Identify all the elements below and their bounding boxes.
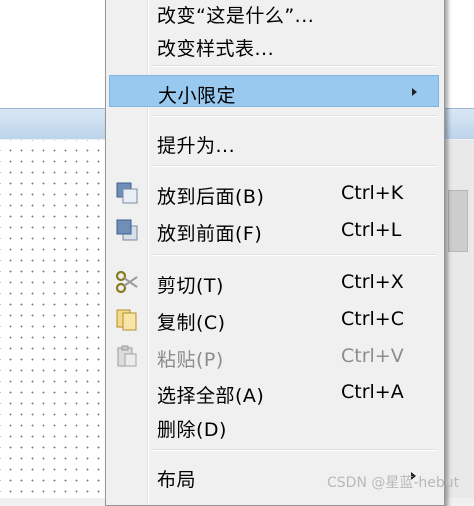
menu-item-label: 剪切(T) [157,275,224,297]
cut-scissors-icon [115,270,138,294]
menu-item-shortcut: Ctrl+X [341,271,404,293]
send-to-back-icon [116,182,138,204]
menu-item-cut[interactable]: 剪切(T) Ctrl+X [109,267,439,297]
menu-separator [151,165,437,167]
submenu-arrow-icon [412,88,417,96]
menu-item-size-constraints[interactable]: 大小限定 [109,75,439,107]
menu-item-bring-to-front[interactable]: 放到前面(F) Ctrl+L [109,215,439,245]
menu-item-change-whats-this[interactable]: 改变“这是什么”... [109,0,439,27]
menu-item-label: 放到前面(F) [157,223,263,245]
menu-item-promote-to[interactable]: 提升为... [109,127,439,157]
paste-icon [117,345,137,367]
menu-item-shortcut: Ctrl+L [341,219,402,241]
menu-item-label: 大小限定 [158,85,237,107]
menu-item-label: 布局 [157,469,197,491]
menu-item-paste[interactable]: 粘贴(P) Ctrl+V [109,341,439,371]
menu-item-select-all[interactable]: 选择全部(A) Ctrl+A [109,377,439,407]
menu-item-shortcut: Ctrl+V [341,345,404,367]
menu-item-send-to-back[interactable]: 放到后面(B) Ctrl+K [109,178,439,208]
copy-icon [116,309,137,331]
watermark-text: CSDN @星蓝-hebut [327,475,460,491]
context-menu: 改变“这是什么”... 改变样式表... 大小限定 提升为... 放到后面(B)… [105,0,445,506]
menu-item-label: 提升为... [157,135,236,157]
menu-item-delete[interactable]: 删除(D) [109,411,439,441]
menu-item-label: 删除(D) [157,419,227,441]
menu-separator [151,115,437,117]
menu-item-shortcut: Ctrl+A [341,381,404,403]
menu-item-label: 复制(C) [157,312,226,334]
menu-item-label: 粘贴(P) [157,349,224,371]
menu-item-label: 选择全部(A) [157,385,265,407]
menu-item-label: 改变“这是什么”... [157,5,315,27]
menu-item-copy[interactable]: 复制(C) Ctrl+C [109,304,439,334]
bring-to-front-icon [116,219,138,241]
menu-item-shortcut: Ctrl+K [341,182,404,204]
menu-item-label: 放到后面(B) [157,186,265,208]
scrollbar-thumb[interactable] [448,190,468,252]
menu-separator [151,449,437,451]
menu-separator [151,65,437,67]
menu-item-label: 改变样式表... [157,38,275,60]
menu-item-shortcut: Ctrl+C [341,308,404,330]
menu-item-change-stylesheet[interactable]: 改变样式表... [109,30,439,60]
menu-separator [151,254,437,256]
